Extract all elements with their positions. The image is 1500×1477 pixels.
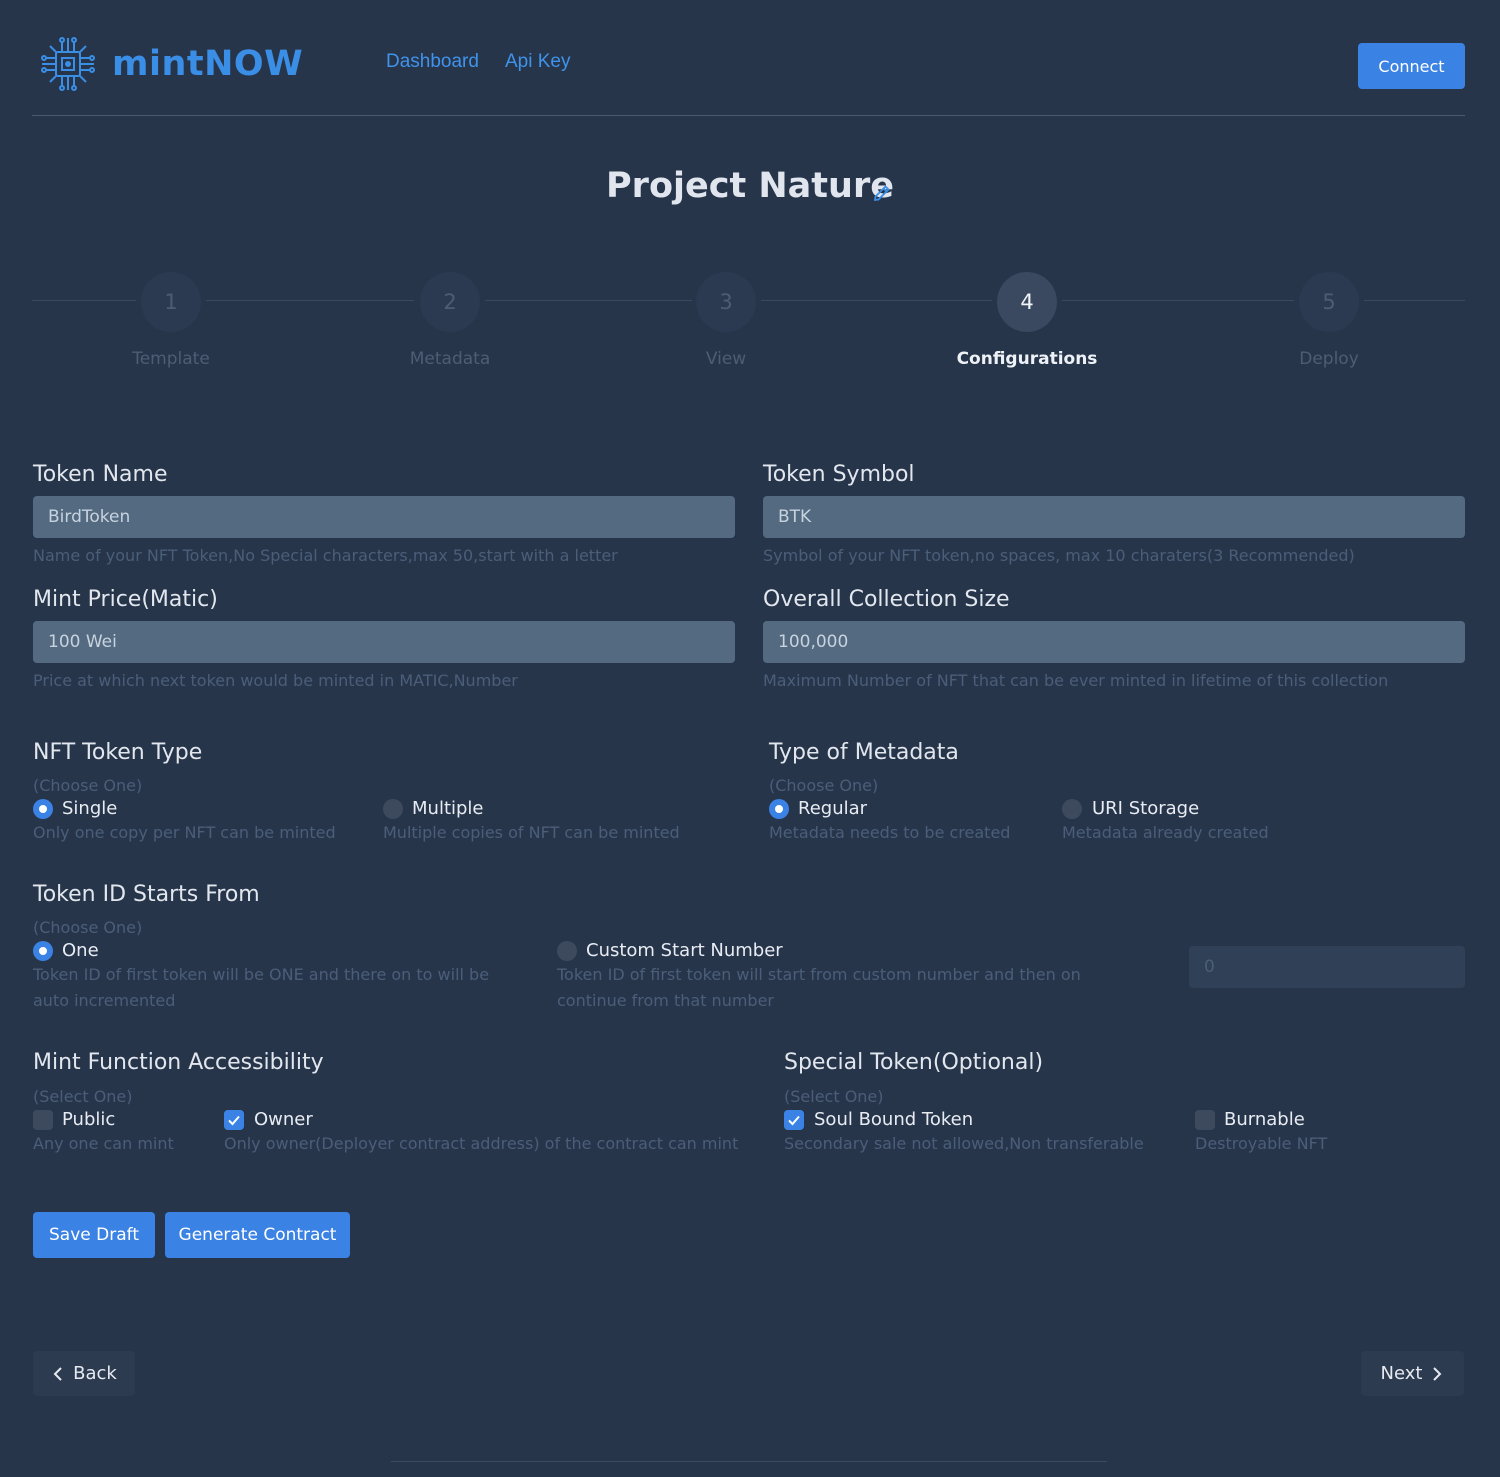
public-label[interactable]: Public <box>62 1109 115 1130</box>
token-symbol-input[interactable]: BTK <box>763 496 1465 538</box>
regular-radio[interactable] <box>769 799 789 819</box>
next-label: Next <box>1380 1363 1423 1384</box>
public-desc: Any one can mint <box>33 1134 174 1153</box>
step-5-label: Deploy <box>1299 349 1359 369</box>
nft-token-type-choose: (Choose One) <box>33 776 143 795</box>
step-1-label: Template <box>132 349 210 369</box>
one-desc-line1: Token ID of first token will be ONE and … <box>33 965 490 984</box>
token-id-start-title: Token ID Starts From <box>33 882 260 907</box>
regular-label[interactable]: Regular <box>798 798 867 819</box>
step-4-circle[interactable]: 4 <box>997 272 1057 332</box>
token-name-label: Token Name <box>33 462 168 487</box>
special-token-choose: (Select One) <box>784 1087 884 1106</box>
token-symbol-label: Token Symbol <box>763 462 915 487</box>
single-label[interactable]: Single <box>62 798 117 819</box>
multiple-label[interactable]: Multiple <box>412 798 484 819</box>
step-connector <box>32 300 136 301</box>
generate-contract-button[interactable]: Generate Contract <box>165 1212 350 1258</box>
public-checkbox[interactable] <box>33 1110 53 1130</box>
project-title: Project Nature <box>606 166 894 206</box>
back-label: Back <box>73 1363 117 1384</box>
step-5-circle[interactable]: 5 <box>1299 272 1359 332</box>
chevron-left-icon <box>53 1366 62 1381</box>
next-button[interactable]: Next <box>1361 1351 1464 1396</box>
back-button[interactable]: Back <box>33 1351 135 1396</box>
collection-size-label: Overall Collection Size <box>763 587 1010 612</box>
header-divider <box>32 115 1465 116</box>
token-name-hint: Name of your NFT Token,No Special charac… <box>33 546 618 565</box>
soul-bound-label[interactable]: Soul Bound Token <box>814 1109 973 1130</box>
pencil-icon[interactable] <box>872 183 892 203</box>
soul-bound-checkbox[interactable] <box>784 1110 804 1130</box>
step-3-circle[interactable]: 3 <box>696 272 756 332</box>
owner-desc: Only owner(Deployer contract address) of… <box>224 1134 739 1153</box>
brand-name[interactable]: mintNOW <box>112 44 303 84</box>
uri-storage-radio[interactable] <box>1062 799 1082 819</box>
one-desc-line2: auto incremented <box>33 991 176 1010</box>
mint-access-choose: (Select One) <box>33 1087 133 1106</box>
metadata-type-title: Type of Metadata <box>769 740 959 765</box>
step-1-circle[interactable]: 1 <box>141 272 201 332</box>
single-desc: Only one copy per NFT can be minted <box>33 823 336 842</box>
mint-access-title: Mint Function Accessibility <box>33 1050 324 1075</box>
custom-start-input[interactable]: 0 <box>1189 946 1465 988</box>
step-connector <box>1364 300 1465 301</box>
step-2-circle[interactable]: 2 <box>420 272 480 332</box>
step-2-label: Metadata <box>409 349 491 369</box>
burnable-desc: Destroyable NFT <box>1195 1134 1328 1153</box>
token-symbol-hint: Symbol of your NFT token,no spaces, max … <box>763 546 1355 565</box>
mint-price-input[interactable]: 100 Wei <box>33 621 735 663</box>
one-label[interactable]: One <box>62 940 99 961</box>
multiple-desc: Multiple copies of NFT can be minted <box>383 823 680 842</box>
step-connector <box>485 300 692 301</box>
step-connector <box>206 300 414 301</box>
metadata-type-choose: (Choose One) <box>769 776 879 795</box>
burnable-checkbox[interactable] <box>1195 1110 1215 1130</box>
custom-start-desc-line1: Token ID of first token will start from … <box>557 965 1081 984</box>
nav-api-key[interactable]: Api Key <box>505 51 570 73</box>
one-radio[interactable] <box>33 941 53 961</box>
footer-divider <box>391 1461 1107 1462</box>
connect-button[interactable]: Connect <box>1358 43 1465 89</box>
nav-dashboard[interactable]: Dashboard <box>386 51 479 73</box>
soul-bound-desc: Secondary sale not allowed,Non transfera… <box>784 1134 1144 1153</box>
step-4-label: Configurations <box>956 349 1098 369</box>
chip-circuit-icon <box>41 37 95 91</box>
burnable-label[interactable]: Burnable <box>1224 1109 1305 1130</box>
uri-storage-label[interactable]: URI Storage <box>1092 798 1199 819</box>
special-token-title: Special Token(Optional) <box>784 1050 1044 1075</box>
token-name-input[interactable]: BirdToken <box>33 496 735 538</box>
step-connector <box>761 300 992 301</box>
custom-start-radio[interactable] <box>557 941 577 961</box>
single-radio[interactable] <box>33 799 53 819</box>
custom-start-label[interactable]: Custom Start Number <box>586 940 783 961</box>
step-3-label: View <box>705 349 747 369</box>
owner-label[interactable]: Owner <box>254 1109 313 1130</box>
mint-price-label: Mint Price(Matic) <box>33 587 218 612</box>
save-draft-button[interactable]: Save Draft <box>33 1212 155 1258</box>
custom-start-desc-line2: continue from that number <box>557 991 774 1010</box>
uri-storage-desc: Metadata already created <box>1062 823 1269 842</box>
step-connector <box>1062 300 1294 301</box>
mint-price-hint: Price at which next token would be minte… <box>33 671 518 690</box>
token-id-start-choose: (Choose One) <box>33 918 143 937</box>
collection-size-input[interactable]: 100,000 <box>763 621 1465 663</box>
nft-token-type-title: NFT Token Type <box>33 740 203 765</box>
chevron-right-icon <box>1433 1366 1442 1381</box>
collection-size-hint: Maximum Number of NFT that can be ever m… <box>763 671 1389 690</box>
regular-desc: Metadata needs to be created <box>769 823 1011 842</box>
owner-checkbox[interactable] <box>224 1110 244 1130</box>
multiple-radio[interactable] <box>383 799 403 819</box>
